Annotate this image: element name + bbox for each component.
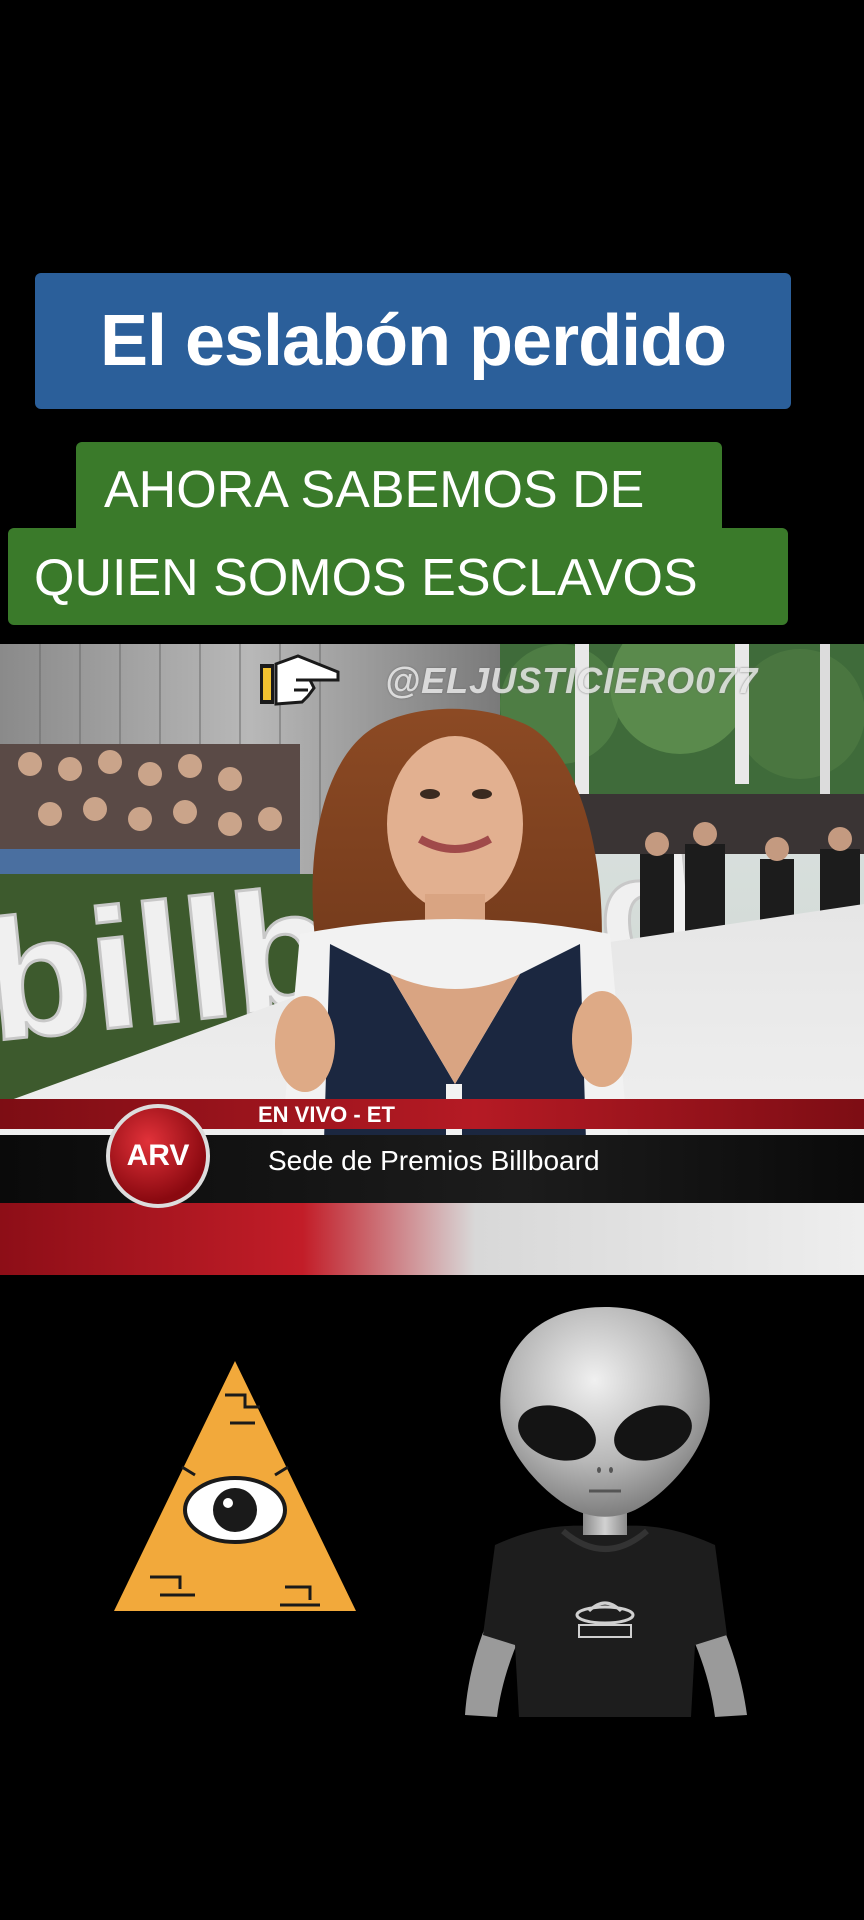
title-text: El eslabón perdido [99,301,727,381]
alien-figure [465,1307,747,1717]
subtitle-line-2: QUIEN SOMOS ESCLAVOS [34,549,698,607]
pointing-hand-icon [260,654,340,706]
watermark-handle: @ELJUSTICIERO077 [385,660,759,701]
lower-third-bottom-bar [0,1203,864,1275]
venue-caption: Sede de Premios Billboard [268,1145,600,1176]
live-label: EN VIVO - ET [258,1102,395,1127]
title-banner: El eslabón perdido [35,273,791,409]
channel-logo: ARV [106,1104,210,1208]
all-seeing-eye-pyramid-icon [114,1361,356,1611]
channel-logo-text: ARV [126,1139,190,1172]
subtitle-line-1: AHORA SABEMOS DE [104,461,645,519]
